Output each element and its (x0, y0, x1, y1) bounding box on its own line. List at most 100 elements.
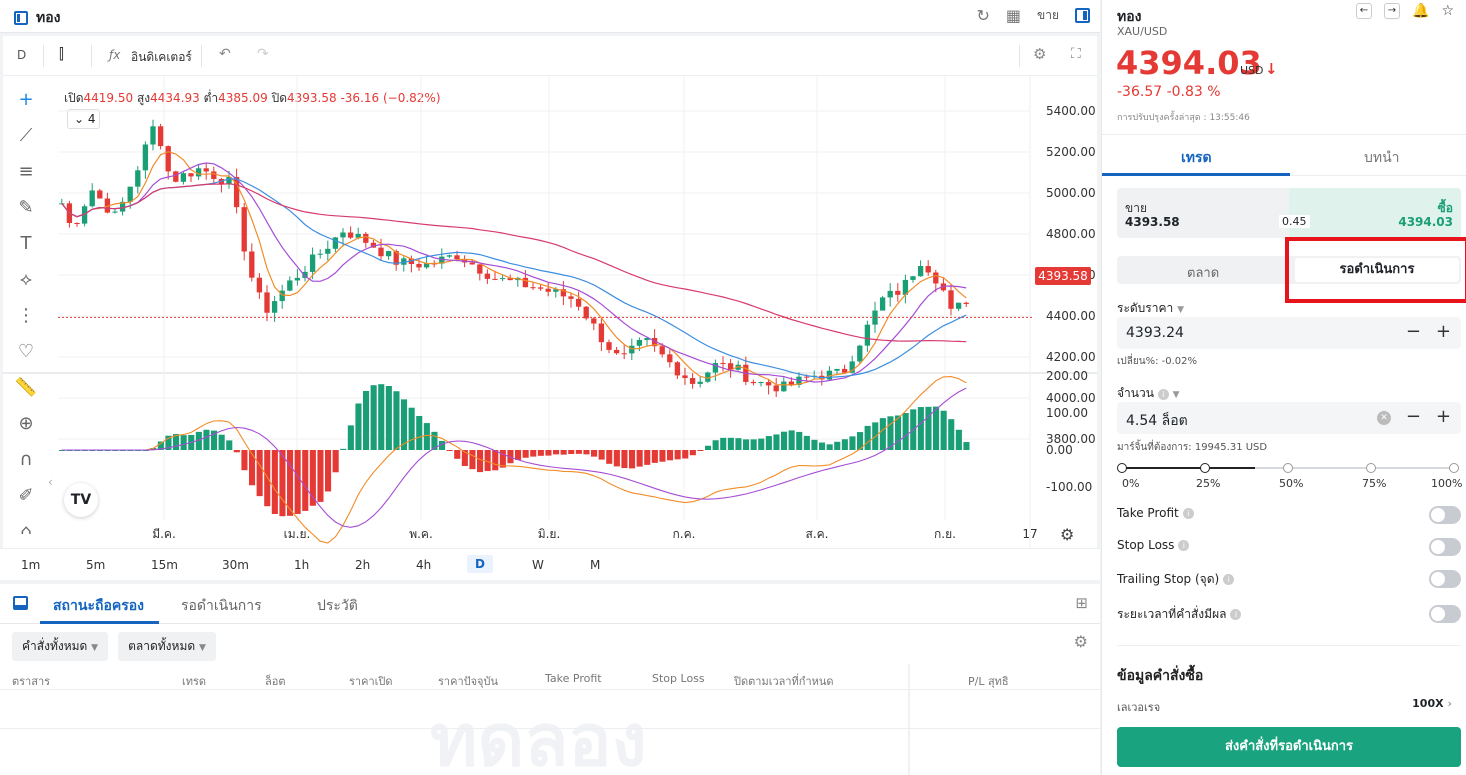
price-level-value[interactable]: 4393.24 (1126, 325, 1184, 341)
tf-4h[interactable]: 4h (416, 558, 431, 572)
price-minus-button[interactable]: − (1406, 321, 1421, 342)
volume-minus-button[interactable]: − (1406, 406, 1421, 427)
chevron-down-icon[interactable]: ▼ (1173, 390, 1180, 400)
info-icon[interactable]: i (1223, 574, 1235, 585)
chart-container[interactable]: D ⫿ ƒx อินดิเคเตอร์ ↶ ↷ ⚙ ⛶ (3, 36, 1097, 548)
tf-m[interactable]: M (590, 558, 600, 572)
expiry-row: ระยะเวลาที่คำสั่งมีผล i (1117, 605, 1461, 625)
tf-d[interactable]: D (467, 555, 493, 573)
info-icon[interactable]: i (1182, 508, 1194, 519)
table-settings-icon[interactable]: ⚙ (1074, 632, 1088, 651)
lock-icon[interactable]: ⌂ (14, 520, 38, 534)
right-panel-toggle-icon[interactable] (1075, 8, 1090, 23)
magnet-icon[interactable]: ∩ (14, 448, 38, 472)
market-filter-dropdown[interactable]: ตลาดทั้งหมด ▼ (118, 632, 216, 661)
pattern-icon[interactable]: ⟡ (14, 268, 38, 292)
active-tab-underline (40, 621, 159, 624)
refresh-icon[interactable]: ↻ (976, 6, 989, 25)
tf-30m[interactable]: 30m (222, 558, 249, 572)
trend-line-icon[interactable]: ⟋ (14, 124, 38, 148)
settings-icon[interactable]: ⚙ (1033, 45, 1046, 63)
interval-button[interactable]: D (17, 48, 26, 62)
fx-icon[interactable]: ƒx (109, 48, 120, 62)
info-icon[interactable]: i (1230, 609, 1242, 620)
tf-1h[interactable]: 1h (294, 558, 309, 572)
tf-w[interactable]: W (532, 558, 544, 572)
collapse-arrow-icon[interactable]: ‹ (48, 475, 53, 489)
timeframe-bar: 1m 5m 15m 30m 1h 2h 4h D W M (0, 548, 1100, 580)
price-level-label-text: ระดับราคา (1117, 301, 1174, 315)
axis-settings-icon[interactable]: ⚙ (1060, 525, 1074, 544)
expiry-toggle[interactable] (1429, 605, 1461, 623)
fib-icon[interactable]: ⋮ (14, 304, 38, 328)
tab-positions[interactable]: สถานะถือครอง (53, 595, 144, 617)
change-value: -36.16 (−0.82%) (340, 91, 441, 105)
buy-side[interactable] (1289, 188, 1461, 238)
crosshair-icon[interactable]: + (14, 88, 38, 112)
tf-5m[interactable]: 5m (86, 558, 105, 572)
info-icon[interactable]: i (1157, 389, 1169, 400)
submit-pending-order-button[interactable]: ส่งคำสั่งที่รอดำเนินการ (1117, 727, 1461, 767)
sell-mode-label[interactable]: ขาย (1037, 6, 1059, 25)
stop-loss-toggle[interactable] (1429, 538, 1461, 556)
col-stop-loss: Stop Loss (652, 672, 705, 685)
tab-intro[interactable]: บทนำ (1364, 147, 1400, 169)
left-panel-toggle-icon[interactable] (14, 11, 28, 25)
clear-icon[interactable]: ✕ (1377, 411, 1391, 425)
slider-stop-75[interactable] (1366, 463, 1376, 473)
text-icon[interactable]: T (14, 232, 38, 256)
prev-arrow-icon[interactable]: ← (1356, 3, 1372, 19)
volume-value[interactable]: 4.54 ล็อต (1126, 410, 1188, 432)
favorite-icon[interactable]: ♡ (14, 340, 38, 364)
tab-pending[interactable]: รอดำเนินการ (181, 595, 262, 617)
volume-label: จำนวน i ▼ (1117, 384, 1180, 403)
chevron-right-icon[interactable]: › (1447, 697, 1452, 710)
price-level-input[interactable]: 4393.24 − + (1117, 317, 1461, 349)
sell-price[interactable]: 4393.58 (1125, 215, 1180, 229)
expand-panel-icon[interactable]: ⊞ (1075, 594, 1088, 612)
col-close-time: ปิดตามเวลาที่กำหนด (734, 675, 834, 688)
undo-icon[interactable]: ↶ (219, 46, 231, 62)
star-icon[interactable]: ☆ (1441, 3, 1454, 19)
trailing-stop-toggle[interactable] (1429, 570, 1461, 588)
tf-15m[interactable]: 15m (151, 558, 178, 572)
lock-drawing-icon[interactable]: ✐ (14, 484, 38, 508)
slider-stop-0[interactable] (1117, 463, 1127, 473)
buy-price[interactable]: 4394.03 (1398, 215, 1453, 229)
tf-2h[interactable]: 2h (355, 558, 370, 572)
layout-grid-icon[interactable]: ▦ (1006, 6, 1021, 25)
slider-stop-25[interactable] (1200, 463, 1210, 473)
indicators-button[interactable]: อินดิเคเตอร์ (131, 48, 192, 67)
redo-icon[interactable]: ↷ (257, 46, 269, 62)
next-arrow-icon[interactable]: → (1384, 3, 1400, 19)
ruler-icon[interactable]: 📏 (14, 376, 38, 400)
tab-history[interactable]: ประวัติ (317, 595, 358, 617)
required-margin: มาร์จิ้นที่ต้องการ: 19945.31 USD (1117, 442, 1268, 453)
horizontal-lines-icon[interactable]: ≡ (14, 160, 38, 184)
fullscreen-icon[interactable]: ⛶ (1071, 46, 1081, 62)
chevron-down-icon[interactable]: ▼ (1177, 305, 1184, 315)
tf-1m[interactable]: 1m (21, 558, 40, 572)
lot-slider[interactable] (1117, 463, 1459, 473)
info-icon[interactable]: i (1178, 540, 1190, 551)
slider-stop-50[interactable] (1283, 463, 1293, 473)
symbol-header: ทอง (14, 7, 60, 29)
close-label: ปิด (271, 91, 288, 105)
volume-input[interactable]: 4.54 ล็อต ✕ − + (1117, 402, 1461, 434)
zoom-in-icon[interactable]: ⊕ (14, 412, 38, 436)
brush-icon[interactable]: ✎ (14, 196, 38, 220)
volume-plus-button[interactable]: + (1436, 406, 1451, 427)
order-filter-dropdown[interactable]: คำสั่งทั้งหมด ▼ (12, 632, 109, 661)
open-value: 4419.50 (83, 91, 134, 105)
candle-type-icon[interactable]: ⫿ (59, 45, 64, 63)
order-type-market[interactable]: ตลาด (1187, 262, 1219, 283)
trailing-stop-label: Trailing Stop (จุด) (1117, 572, 1220, 586)
bell-icon[interactable]: 🔔 (1412, 3, 1429, 19)
indicator-count-toggle[interactable]: ⌄ 4 (67, 109, 100, 129)
take-profit-toggle[interactable] (1429, 506, 1461, 524)
last-updated: การปรับปรุงครั้งล่าสุด : 13:55:46 (1117, 113, 1250, 123)
tab-trade[interactable]: เทรด (1181, 147, 1212, 169)
bottom-panel-icon[interactable] (13, 596, 28, 610)
price-plus-button[interactable]: + (1436, 321, 1451, 342)
slider-stop-100[interactable] (1449, 463, 1459, 473)
